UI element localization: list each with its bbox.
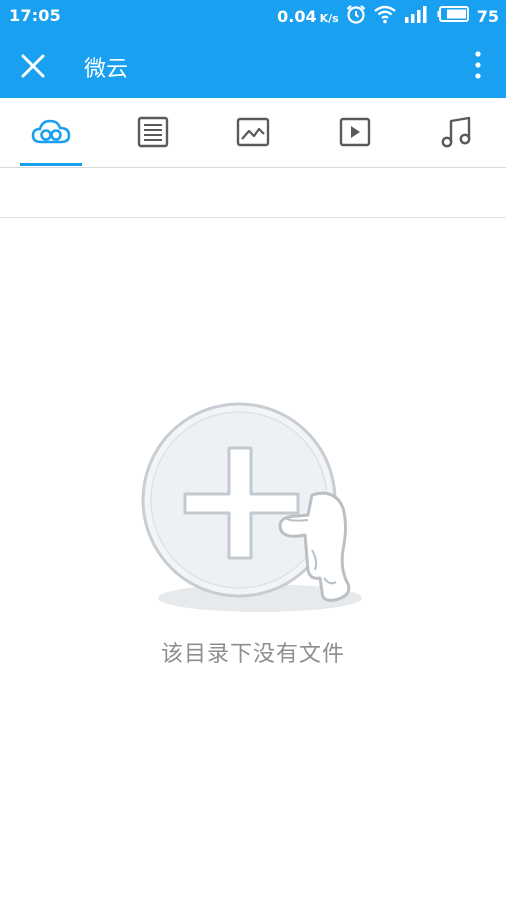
tab-selected-indicator xyxy=(20,163,82,166)
more-options-button[interactable] xyxy=(468,46,488,84)
tab-videos[interactable] xyxy=(320,98,390,166)
alarm-icon xyxy=(345,3,367,29)
music-icon xyxy=(441,116,471,148)
battery-level: 75 xyxy=(476,6,499,26)
empty-state-message: 该目录下没有文件 xyxy=(160,642,345,667)
tab-cloud[interactable] xyxy=(16,98,86,166)
tab-documents[interactable] xyxy=(118,98,188,166)
network-speed-unit: K/s xyxy=(319,11,339,25)
divider xyxy=(0,217,506,218)
page-title: 微云 xyxy=(84,57,129,82)
network-speed: 0.04 K/s xyxy=(277,7,339,26)
tab-music[interactable] xyxy=(421,98,491,166)
category-tabs xyxy=(0,98,506,168)
empty-folder-illustration xyxy=(140,400,370,624)
status-icons: 0.04 K/s 75 xyxy=(277,4,499,28)
tab-images[interactable] xyxy=(218,98,288,166)
image-icon xyxy=(236,117,270,147)
status-bar: 17:05 0.04 K/s 75 xyxy=(0,0,506,32)
video-icon xyxy=(339,117,371,147)
battery-icon xyxy=(437,5,471,27)
close-button[interactable] xyxy=(14,47,52,85)
more-vertical-icon xyxy=(475,51,481,79)
close-icon xyxy=(21,54,45,78)
app-toolbar: 微云 xyxy=(0,32,506,98)
document-icon xyxy=(137,116,169,148)
cloud-icon xyxy=(31,119,71,144)
wifi-icon xyxy=(373,4,397,28)
signal-icon xyxy=(403,4,431,28)
network-speed-value: 0.04 xyxy=(277,6,317,26)
status-time: 17:05 xyxy=(9,6,61,25)
